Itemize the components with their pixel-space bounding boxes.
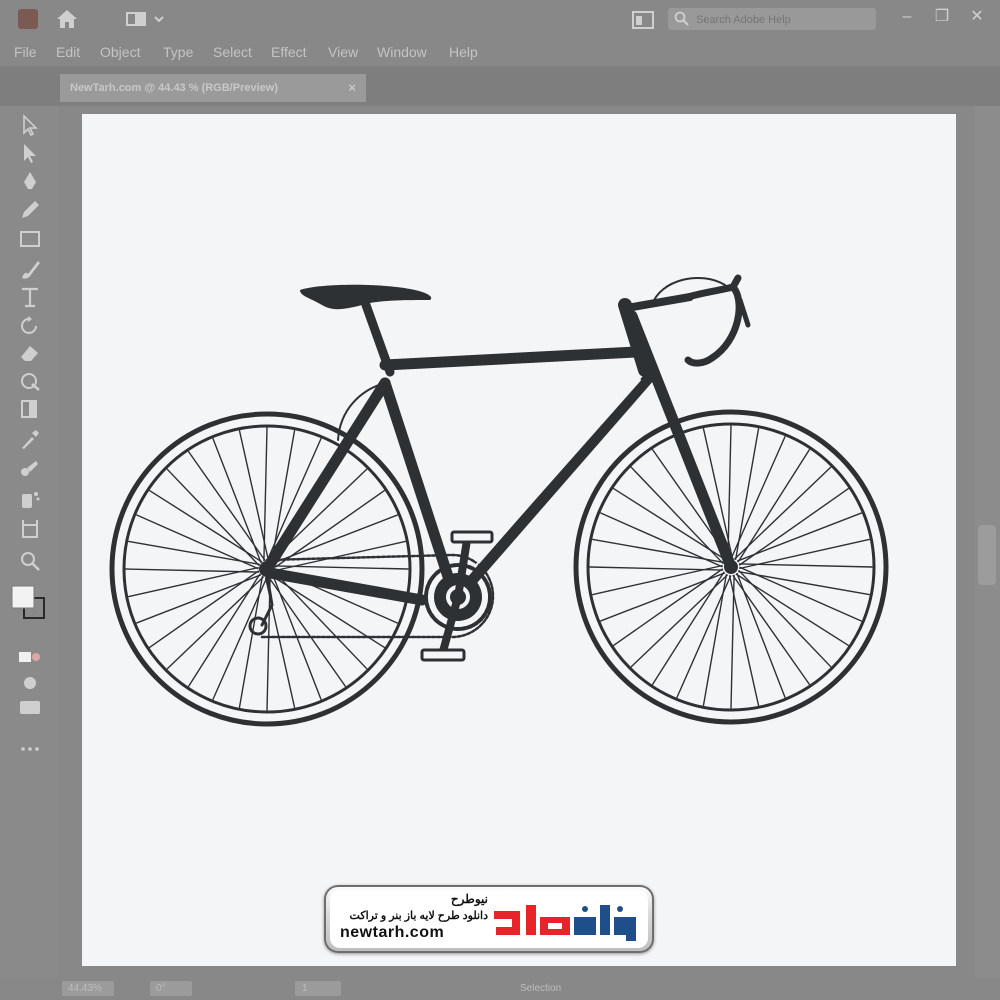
wheel-spoke — [739, 566, 862, 622]
wheel-spoke — [600, 572, 726, 622]
blend-tool-icon[interactable] — [18, 458, 42, 480]
menu-view[interactable]: View — [328, 44, 358, 60]
menu-file[interactable]: File — [14, 44, 37, 60]
artboard-tool-icon[interactable] — [18, 518, 42, 540]
menu-effect[interactable]: Effect — [271, 44, 307, 60]
watermark-tagline: دانلود طرح لایه باز بنر و تراکت — [349, 910, 488, 922]
warp-tool-icon[interactable] — [18, 370, 42, 392]
tools-panel — [0, 106, 58, 978]
artboard-number: 1 — [302, 983, 308, 994]
more-tools-icon[interactable] — [18, 738, 42, 760]
screen-mode-toggle-icon[interactable] — [18, 696, 42, 718]
search-input[interactable] — [694, 10, 874, 30]
menu-window[interactable]: Window — [377, 44, 427, 60]
menu-type[interactable]: Type — [163, 44, 193, 60]
wheel-spoke — [212, 577, 268, 700]
document-tab[interactable]: NewTarh.com @ 44.43 % (RGB/Preview) × — [60, 74, 366, 102]
status-bar: 44.43% 0° 1 Selection — [0, 978, 1000, 1000]
watermark-brand-fa: نیوطرح — [450, 892, 488, 906]
direct-selection-tool-icon[interactable] — [18, 142, 42, 164]
wheel-spoke — [263, 427, 268, 562]
menu-select[interactable]: Select — [213, 44, 252, 60]
wheel-spoke — [136, 574, 262, 624]
screen-mode-icon[interactable] — [18, 672, 42, 694]
close-button[interactable]: ✕ — [963, 4, 991, 30]
shape-builder-icon[interactable] — [18, 398, 42, 420]
handlebar — [684, 274, 743, 367]
document-tab-title: NewTarh.com @ 44.43 % (RGB/Preview) — [70, 82, 278, 94]
minimize-button[interactable]: – — [893, 4, 921, 30]
workspace-icon[interactable] — [126, 10, 166, 28]
wheel-spoke — [730, 574, 735, 709]
wheel-spoke — [676, 575, 732, 698]
menu-object[interactable]: Object — [100, 44, 140, 60]
crankset — [420, 530, 494, 662]
rotation-value: 0° — [156, 983, 166, 994]
type-tool-icon[interactable] — [18, 286, 42, 308]
fill-stroke-icon[interactable] — [10, 584, 50, 624]
wheel-spoke — [589, 566, 724, 571]
zoom-value: 44.43% — [68, 983, 102, 994]
wheel-spoke — [600, 512, 723, 568]
home-icon[interactable] — [55, 8, 79, 30]
restore-button[interactable]: ❐ — [928, 4, 956, 30]
scroll-thumb[interactable] — [978, 525, 996, 585]
wheel-spoke — [739, 538, 870, 570]
search-box[interactable] — [668, 8, 876, 30]
brush-tool-icon[interactable] — [18, 258, 42, 280]
watermark-inner: نیوطرح دانلود طرح لایه باز بنر و تراکت n… — [330, 890, 648, 948]
close-tab-icon[interactable]: × — [348, 74, 356, 102]
menu-edit[interactable]: Edit — [56, 44, 80, 60]
rectangle-tool-icon[interactable] — [18, 228, 42, 250]
selection-tool-icon[interactable] — [18, 114, 42, 136]
menu-bar: File Edit Object Type Select Effect View… — [0, 38, 1000, 66]
wheel-spoke — [727, 425, 732, 560]
eyedropper-icon[interactable] — [18, 428, 42, 450]
wheel-spoke — [125, 568, 260, 573]
app-logo-icon — [18, 9, 38, 29]
bicycle-illustration[interactable] — [82, 114, 956, 966]
zoom-tool-icon[interactable] — [18, 550, 42, 572]
current-tool-label: Selection — [520, 983, 562, 994]
search-icon — [674, 11, 689, 26]
newtarh-logo-icon — [494, 905, 636, 941]
wheel-spoke — [136, 514, 259, 570]
seat-post — [361, 300, 395, 377]
arrange-icon[interactable] — [632, 10, 654, 30]
watermark-badge: نیوطرح دانلود طرح لایه باز بنر و تراکت n… — [324, 885, 654, 953]
wheel-spoke — [275, 540, 406, 572]
drawing-mode-icon[interactable] — [18, 646, 42, 668]
wheel-spoke — [736, 572, 786, 698]
wheel-spoke — [212, 438, 262, 564]
title-bar: – ❐ ✕ — [0, 0, 1000, 38]
menu-help[interactable]: Help — [449, 44, 478, 60]
pencil-tool-icon[interactable] — [18, 198, 42, 220]
wheel-spoke — [730, 436, 786, 559]
watermark-url: newtarh.com — [340, 924, 445, 941]
pen-tool-icon[interactable] — [18, 170, 42, 192]
rotate-tool-icon[interactable] — [18, 314, 42, 336]
symbol-sprayer-icon[interactable] — [18, 488, 42, 510]
wheel-spoke — [736, 512, 862, 562]
eraser-tool-icon[interactable] — [18, 342, 42, 364]
